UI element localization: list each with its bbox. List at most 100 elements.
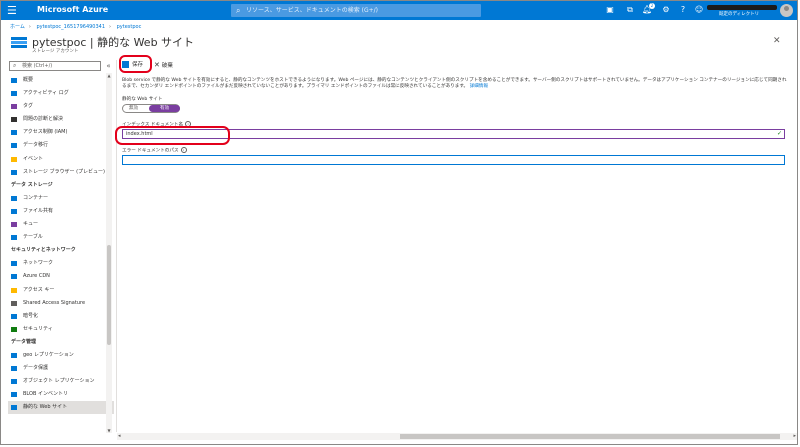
sidebar-item[interactable]: データ保護	[8, 362, 114, 375]
sidebar-item-label: コンテナー	[23, 194, 49, 201]
sidebar-item-label: 暗号化	[23, 312, 39, 319]
sidebar-menu: 概要アクティビティ ログ タグ問題の診断と解決アクセス制御 (IAM) データ移行イ…	[8, 74, 114, 415]
activity-log-icon	[11, 91, 17, 97]
scrollbar-thumb[interactable]	[107, 245, 111, 345]
save-highlight-annotation	[119, 55, 152, 73]
sidebar-item-label: アクセス キー	[23, 286, 55, 293]
sidebar-item-label: ストレージ ブラウザー (プレビュー)	[23, 168, 105, 175]
table-icon	[11, 235, 17, 241]
chevron-right-icon: ›	[28, 24, 31, 30]
checkmark-icon: ✓	[776, 130, 782, 137]
toggle-disabled-option[interactable]: 無効	[129, 106, 138, 112]
sidebar-item[interactable]: Shared Access Signature	[8, 297, 114, 310]
breadcrumb-resource[interactable]: pytestpoc	[117, 24, 142, 30]
settings-gear-icon[interactable]: ⚙	[661, 5, 671, 15]
breadcrumb-home[interactable]: ホーム	[10, 24, 25, 30]
sidebar-item[interactable]: Azure CDN	[8, 270, 114, 283]
static-site-toggle[interactable]: 無効 有効	[122, 104, 180, 113]
sidebar-item[interactable]: 暗号化	[8, 310, 114, 323]
sidebar-item[interactable]: アクセス キー	[8, 284, 114, 297]
index-highlight-annotation	[115, 126, 230, 145]
overview-icon	[11, 78, 17, 83]
sidebar-search-placeholder: 検索 (Ctrl+/)	[22, 63, 53, 69]
scroll-right-icon[interactable]: ▸	[793, 433, 796, 439]
scroll-up-icon[interactable]: ▲	[106, 73, 112, 78]
brand-label[interactable]: Microsoft Azure	[37, 5, 108, 14]
collapse-sidebar-icon[interactable]: «	[104, 61, 113, 71]
sidebar-section-title: データ ストレージ	[11, 181, 53, 188]
search-placeholder: リソース、サービス、ドキュメントの検索 (G+/)	[246, 7, 378, 14]
sidebar-item[interactable]: テーブル	[8, 231, 114, 244]
close-icon[interactable]: ✕	[773, 36, 781, 46]
storage-browser-icon	[11, 169, 17, 175]
menu-icon[interactable]: ☰	[7, 4, 17, 17]
container-icon	[11, 195, 17, 201]
sidebar-item[interactable]: キュー	[8, 218, 114, 231]
discard-button[interactable]: ✕ 破棄	[154, 59, 173, 71]
static-website-icon	[11, 405, 17, 411]
sidebar-item-label: Azure CDN	[23, 273, 50, 280]
sidebar-item[interactable]: geo レプリケーション	[8, 349, 114, 362]
sidebar-scrollbar[interactable]: ▲ ▼	[106, 73, 112, 433]
sidebar-item-label: データ保護	[23, 365, 49, 372]
sidebar-item[interactable]: オブジェクト レプリケーション	[8, 375, 114, 388]
account-directory: 既定のディレクトリ	[719, 12, 760, 17]
cdn-icon	[11, 274, 17, 280]
sidebar-item[interactable]: 問題の診断と解決	[8, 113, 114, 126]
sidebar-item[interactable]: データ移行	[8, 139, 114, 152]
top-bar: ☰ Microsoft Azure ⌕ リソース、サービス、ドキュメントの検索 …	[1, 1, 797, 20]
sidebar-item[interactable]: タグ	[8, 100, 114, 113]
sidebar-item-label: 静的な Web サイト	[23, 404, 68, 411]
scroll-left-icon[interactable]: ◂	[118, 433, 121, 439]
account-email[interactable]	[707, 5, 777, 10]
cloud-shell-icon[interactable]: ▣	[605, 5, 615, 15]
search-icon: ⌕	[236, 6, 241, 15]
help-icon[interactable]: ?	[678, 5, 688, 15]
object-replication-icon	[11, 379, 17, 385]
global-search-input[interactable]: ⌕ リソース、サービス、ドキュメントの検索 (G+/)	[231, 4, 481, 17]
sidebar-item[interactable]: アクセス制御 (IAM)	[8, 126, 114, 139]
sidebar-search-input[interactable]: ⌕ 検索 (Ctrl+/)	[9, 61, 101, 71]
sidebar-item[interactable]: BLOB インベントリ	[8, 388, 114, 401]
link-icon	[11, 300, 17, 306]
horizontal-scrollbar[interactable]: ◂ ▸	[117, 433, 797, 440]
scroll-down-icon[interactable]: ▼	[106, 428, 112, 433]
data-protection-icon	[11, 366, 17, 372]
data-migration-icon	[11, 143, 17, 149]
sidebar-item[interactable]: ネットワーク	[8, 257, 114, 270]
error-document-label-text: エラー ドキュメントのパス	[122, 148, 179, 154]
sidebar-item-label: 問題の診断と解決	[23, 116, 64, 123]
description-body: Blob service で静的な Web サイトを有効にすると、静的なコンテン…	[122, 78, 787, 90]
sidebar-item[interactable]: セキュリティ	[8, 323, 114, 336]
network-icon	[11, 261, 17, 267]
scrollbar-thumb[interactable]	[400, 434, 780, 439]
error-document-label: エラー ドキュメントのパス i	[122, 147, 187, 154]
static-site-label: 静的な Web サイト	[122, 97, 163, 102]
avatar[interactable]	[780, 4, 793, 17]
directory-filter-icon[interactable]: ⧉	[625, 5, 635, 15]
tag-icon	[11, 104, 17, 110]
sidebar-item-label: geo レプリケーション	[23, 351, 74, 358]
sidebar-item[interactable]: イベント	[8, 153, 114, 166]
feedback-icon[interactable]: ☺	[694, 5, 704, 15]
sidebar-item[interactable]: ストレージ ブラウザー (プレビュー)	[8, 166, 114, 179]
info-icon[interactable]: i	[180, 147, 187, 153]
search-icon: ⌕	[13, 62, 17, 69]
error-document-input[interactable]	[122, 155, 785, 165]
sidebar-item-label: 概要	[23, 77, 34, 83]
chevron-right-icon: ›	[109, 24, 112, 30]
sidebar-section-title: データ管理	[11, 338, 37, 345]
lock-icon	[11, 313, 17, 319]
learn-more-link[interactable]: 詳細情報	[470, 84, 488, 89]
sidebar-item-label: ネットワーク	[23, 260, 54, 267]
sidebar-item[interactable]: 概要	[8, 74, 114, 87]
breadcrumb-deployment[interactable]: pytestpoc_1651796490341	[36, 24, 105, 30]
sidebar-item[interactable]: コンテナー	[8, 192, 114, 205]
sidebar-item[interactable]: アクティビティ ログ	[8, 87, 114, 100]
description-text: Blob service で静的な Web サイトを有効にすると、静的なコンテン…	[122, 78, 787, 91]
sidebar-item[interactable]: ファイル共有	[8, 205, 114, 218]
sidebar-item[interactable]: 静的な Web サイト	[8, 401, 114, 415]
lightning-icon	[11, 156, 17, 162]
toggle-enabled-option[interactable]: 有効	[149, 105, 180, 112]
breadcrumb: ホーム › pytestpoc_1651796490341 › pytestpoc	[10, 23, 145, 30]
